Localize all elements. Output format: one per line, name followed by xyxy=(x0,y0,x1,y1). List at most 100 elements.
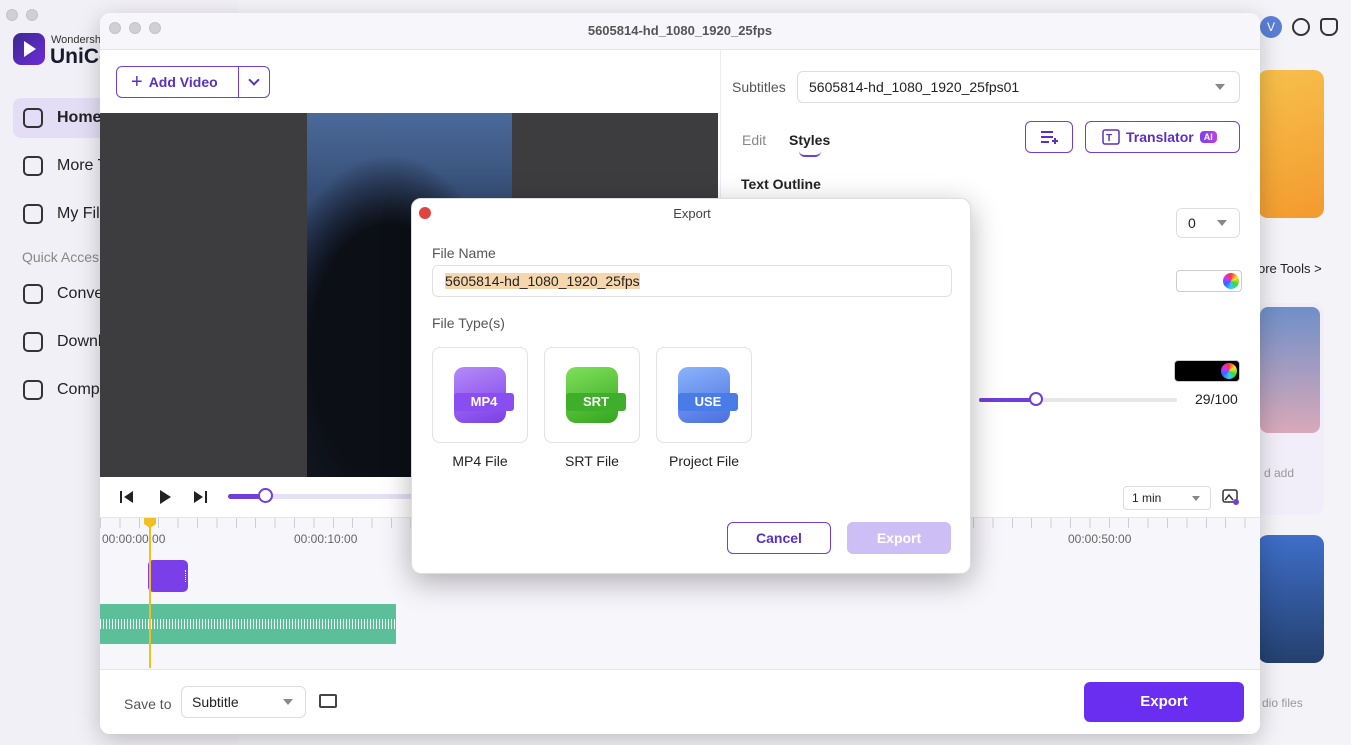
footer-bar: Save to Subtitle Export xyxy=(100,669,1260,734)
save-to-value: Subtitle xyxy=(192,694,239,710)
opacity-slider[interactable] xyxy=(979,392,1177,406)
sidebar-item-label: Downl xyxy=(57,333,102,350)
converter-icon xyxy=(23,284,43,304)
chevron-down-icon xyxy=(248,74,260,86)
plus-icon: + xyxy=(131,71,143,93)
outline-width-select[interactable]: 0 xyxy=(1176,208,1240,238)
translator-button[interactable]: T Translator AI xyxy=(1085,121,1240,153)
sidebar-item-label: Conve xyxy=(57,285,104,302)
subtitle-list-button[interactable] xyxy=(1025,121,1073,153)
active-tab-indicator xyxy=(799,151,821,157)
subtitles-select-value: 5605814-hd_1080_1920_25fps01 xyxy=(809,79,1020,95)
time-label: 00:00:00:00 xyxy=(102,532,166,546)
file-type-label: SRT File xyxy=(565,453,619,469)
list-add-icon xyxy=(1041,131,1058,144)
bg-close-button[interactable] xyxy=(6,9,18,21)
sidebar-item-label: Home xyxy=(57,109,102,126)
shadow-color-picker[interactable] xyxy=(1174,360,1240,382)
window-close-button[interactable] xyxy=(109,22,121,34)
sidebar-item-label: My Fil xyxy=(57,205,100,222)
translator-label: Translator xyxy=(1126,129,1194,145)
opacity-slider-handle[interactable] xyxy=(1029,392,1044,406)
dialog-cancel-button[interactable]: Cancel xyxy=(727,522,831,554)
file-icon xyxy=(23,204,43,224)
clip-trim-handle-right[interactable] xyxy=(185,570,189,582)
file-type-project[interactable]: USE xyxy=(656,347,752,443)
playhead[interactable] xyxy=(149,518,151,668)
save-to-label: Save to xyxy=(124,696,172,712)
file-type-tag: SRT xyxy=(566,393,626,411)
sidebar-item-label: Comp xyxy=(57,381,100,398)
avatar[interactable]: V xyxy=(1260,16,1282,38)
timeline-zoom-value: 1 min xyxy=(1132,491,1162,505)
file-name-value: 5605814-hd_1080_1920_25fps xyxy=(445,273,640,289)
subtitles-select[interactable]: 5605814-hd_1080_1920_25fps01 xyxy=(797,71,1240,103)
tool-card-2-text: dio files xyxy=(1262,696,1303,710)
time-label: 00:00:10:00 xyxy=(294,532,358,546)
add-video-button-group: + Add Video xyxy=(116,66,270,98)
tool-card-text: d add xyxy=(1264,466,1295,480)
translate-icon: T xyxy=(1102,129,1120,145)
bg-minimize-button[interactable] xyxy=(26,9,38,21)
timeline-zoom-select[interactable]: 1 min xyxy=(1123,486,1211,510)
window-minimize-button[interactable] xyxy=(129,22,141,34)
tool-card-2[interactable] xyxy=(1258,535,1324,663)
dialog-title: Export xyxy=(673,206,711,221)
tool-card-image xyxy=(1260,307,1320,433)
audio-track-clip[interactable] xyxy=(100,604,396,644)
subtitles-label: Subtitles xyxy=(732,79,786,95)
bg-window-controls xyxy=(6,9,38,21)
file-type-mp4[interactable]: MP4 xyxy=(432,347,528,443)
outline-width-value: 0 xyxy=(1188,215,1196,231)
add-video-dropdown-button[interactable] xyxy=(239,67,269,97)
opacity-value: 29/100 xyxy=(1195,391,1238,407)
color-wheel-icon[interactable] xyxy=(1221,363,1237,379)
folder-icon[interactable] xyxy=(319,694,337,708)
window-zoom-button[interactable] xyxy=(149,22,161,34)
file-type-label: Project File xyxy=(668,453,740,469)
outline-color-picker[interactable] xyxy=(1176,270,1242,292)
promo-card[interactable] xyxy=(1258,70,1324,218)
support-icon[interactable] xyxy=(1320,18,1338,36)
next-frame-icon[interactable] xyxy=(192,489,208,505)
playback-progress-handle[interactable] xyxy=(258,488,274,503)
app-logo-icon xyxy=(13,33,45,65)
more-tools-link[interactable]: ore Tools > xyxy=(1258,261,1322,276)
file-type-tag: MP4 xyxy=(454,393,514,411)
export-dialog: Export File Name 5605814-hd_1080_1920_25… xyxy=(411,198,971,574)
file-name-input[interactable]: 5605814-hd_1080_1920_25fps xyxy=(432,265,952,297)
dropdown-arrow-icon xyxy=(1217,220,1227,226)
window-title: 5605814-hd_1080_1920_25fps xyxy=(100,13,1260,50)
download-icon xyxy=(23,332,43,352)
file-name-label: File Name xyxy=(432,245,496,261)
audio-waveform xyxy=(100,619,396,629)
home-icon xyxy=(23,108,43,128)
play-icon[interactable] xyxy=(157,489,173,505)
file-type-srt[interactable]: SRT xyxy=(544,347,640,443)
quick-access-heading: Quick Acces xyxy=(22,249,100,265)
ai-badge: AI xyxy=(1199,131,1217,143)
project-file-icon: USE xyxy=(678,367,738,423)
dialog-export-button[interactable]: Export xyxy=(847,522,951,554)
compress-icon xyxy=(23,380,43,400)
text-outline-heading: Text Outline xyxy=(741,176,821,192)
tab-styles[interactable]: Styles xyxy=(789,132,830,148)
tab-edit[interactable]: Edit xyxy=(742,132,766,148)
playback-progress-bar[interactable] xyxy=(228,488,423,503)
mp4-file-icon: MP4 xyxy=(454,367,514,423)
svg-text:T: T xyxy=(1106,133,1112,144)
export-button[interactable]: Export xyxy=(1084,682,1244,722)
tool-card-1[interactable]: d add xyxy=(1258,303,1324,515)
image-settings-icon[interactable] xyxy=(1222,489,1240,505)
window-controls xyxy=(109,22,161,34)
add-video-button[interactable]: + Add Video xyxy=(117,67,239,97)
file-types-label: File Type(s) xyxy=(432,315,505,331)
previous-frame-icon[interactable] xyxy=(119,489,135,505)
dropdown-arrow-icon xyxy=(1215,84,1225,90)
chat-icon[interactable] xyxy=(1292,18,1310,36)
color-wheel-icon[interactable] xyxy=(1223,273,1239,289)
save-to-select[interactable]: Subtitle xyxy=(181,686,306,718)
file-type-tag: USE xyxy=(678,393,738,411)
add-video-label: Add Video xyxy=(148,74,218,90)
subtitle-clip[interactable] xyxy=(147,560,189,592)
